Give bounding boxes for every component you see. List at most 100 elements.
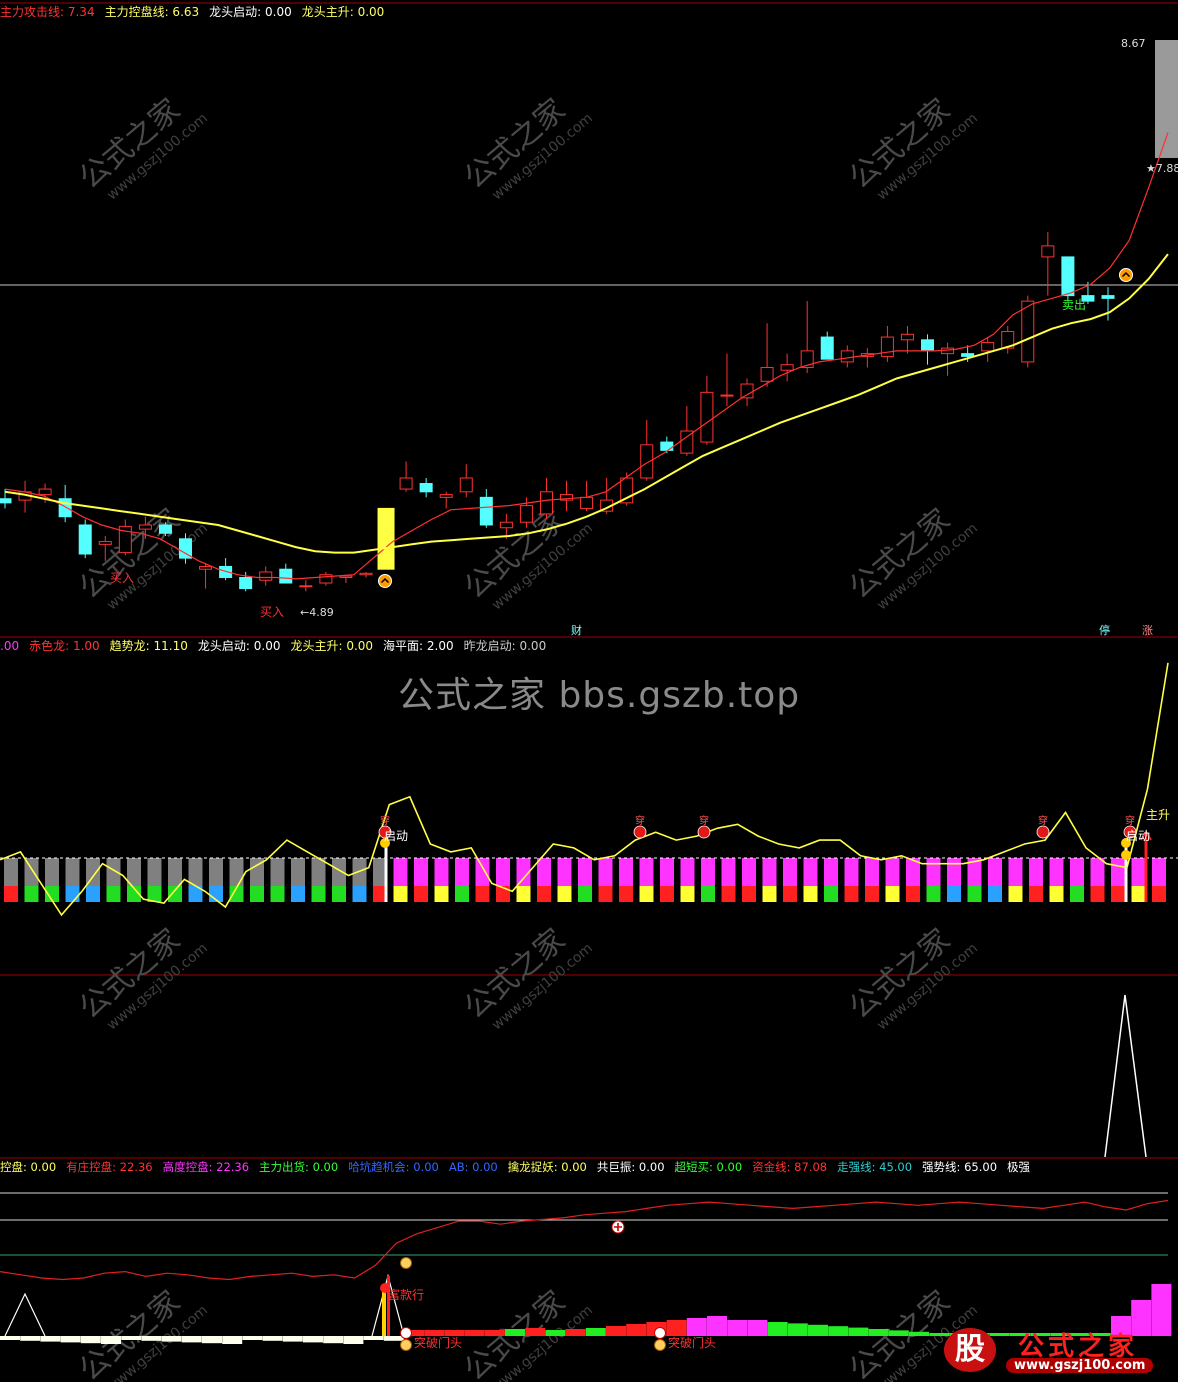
ma-short-line bbox=[4, 132, 1169, 580]
control-bar bbox=[20, 1336, 41, 1341]
candle-body bbox=[900, 333, 914, 341]
header-item: 资金线: 87.08 bbox=[752, 1160, 828, 1174]
signal-bar-top bbox=[947, 858, 961, 886]
bottom-tag: 停 bbox=[1099, 624, 1110, 637]
header-item: .00 bbox=[0, 639, 20, 653]
candle-body bbox=[38, 488, 52, 496]
candle-body bbox=[0, 498, 12, 504]
signal-bar-top bbox=[147, 858, 162, 886]
signal-bar-bottom bbox=[65, 886, 80, 902]
control-bar bbox=[282, 1336, 303, 1342]
signal-bar-bottom bbox=[537, 886, 551, 902]
candle-body bbox=[158, 524, 172, 534]
control-bar bbox=[303, 1336, 323, 1343]
control-bar bbox=[808, 1324, 828, 1336]
sell-signal-label: 卖出 bbox=[1062, 298, 1087, 312]
signal-bar-bottom bbox=[86, 886, 100, 902]
signal-bar-bottom bbox=[1111, 886, 1125, 902]
control-bar bbox=[141, 1336, 162, 1341]
watermark: 公式之家www.gszj100.com bbox=[73, 922, 211, 1033]
price-scale-bar bbox=[1155, 40, 1178, 158]
start-marker-icon bbox=[378, 574, 392, 588]
control-bar bbox=[101, 1336, 121, 1344]
chuan-text: 穿 bbox=[380, 814, 390, 827]
signal-bar-top bbox=[680, 858, 695, 886]
signal-bar-top bbox=[537, 858, 551, 886]
header-item: 龙头启动: 0.00 bbox=[197, 639, 281, 653]
signal-bar-bottom bbox=[844, 886, 859, 902]
panel1-header: 主力攻击线: 7.34 主力控盘线: 6.63 龙头启动: 0.00 龙头主升: 0.… bbox=[0, 4, 394, 20]
signal-bar-bottom bbox=[352, 886, 367, 902]
signal-bar-top bbox=[1111, 858, 1125, 886]
signal-bar-top bbox=[455, 858, 469, 886]
candle-body bbox=[359, 572, 373, 576]
candle-body bbox=[740, 383, 754, 399]
start-label-1: 启动 bbox=[384, 829, 409, 843]
candle-body bbox=[820, 336, 834, 360]
control-bar bbox=[222, 1336, 243, 1344]
candle-body bbox=[700, 391, 714, 443]
control-bar bbox=[242, 1336, 263, 1340]
control-bar bbox=[747, 1320, 768, 1336]
control-bar bbox=[60, 1336, 81, 1343]
signal-bar-top bbox=[209, 858, 223, 886]
header-item: 主力攻击线: 7.34 bbox=[0, 5, 95, 19]
watermark: 公式之家www.gszj100.com bbox=[458, 92, 596, 203]
signal-bar-bottom bbox=[680, 886, 695, 902]
signal-bar-top bbox=[742, 858, 756, 886]
signal-bar-top bbox=[1090, 858, 1105, 886]
header-item: 高度控盘: 22.36 bbox=[162, 1160, 250, 1174]
header-item: 哈坑趋机会: 0.00 bbox=[348, 1160, 439, 1174]
candle-body bbox=[98, 541, 112, 545]
signal-bar-bottom bbox=[824, 886, 838, 902]
signal-bar-top bbox=[701, 858, 715, 886]
header-item: 强势线: 65.00 bbox=[922, 1160, 998, 1174]
buy-signal-label-1: 买入 bbox=[110, 571, 135, 585]
money-bag-icon bbox=[400, 1257, 412, 1269]
header-item: 龙头主升: 0.00 bbox=[301, 5, 385, 19]
signal-bar-top bbox=[65, 858, 80, 886]
signal-bar-top bbox=[1131, 858, 1146, 886]
signal-bar-bottom bbox=[332, 886, 346, 902]
candle-body bbox=[78, 524, 92, 555]
signal-bar-top bbox=[270, 858, 285, 886]
header-item: 极强 bbox=[1007, 1160, 1031, 1174]
chuan-marker-icon bbox=[697, 825, 711, 839]
bank-label: 富款行 bbox=[388, 1288, 425, 1302]
candle-body bbox=[419, 483, 433, 493]
spike-line bbox=[1104, 994, 1147, 1158]
watermark: 公式之家www.gszj100.com bbox=[73, 1284, 211, 1382]
candle-body bbox=[299, 585, 313, 588]
header-item: 有庄控盘: 22.36 bbox=[66, 1160, 153, 1174]
signal-bar-bottom bbox=[865, 886, 879, 902]
candle-body bbox=[339, 575, 353, 578]
signal-bar-bottom bbox=[1070, 886, 1084, 902]
watermark: 公式之家www.gszj100.com bbox=[458, 1284, 596, 1382]
signal-bar-top bbox=[188, 858, 203, 886]
candle-body bbox=[1101, 295, 1115, 299]
signal-bar-top bbox=[475, 858, 490, 886]
signal-bar-bottom bbox=[270, 886, 285, 902]
price-high-label: 8.67 bbox=[1121, 37, 1146, 50]
signal-bar-bottom bbox=[4, 886, 18, 902]
signal-bar-bottom bbox=[742, 886, 756, 902]
control-bar bbox=[121, 1336, 142, 1340]
signal-bar-bottom bbox=[988, 886, 1002, 902]
chuan-text: 穿 bbox=[1038, 814, 1048, 827]
low-price-label: ←4.89 bbox=[300, 606, 334, 619]
signal-bar-bottom bbox=[434, 886, 449, 902]
breakout-label-2: 突破门头 bbox=[668, 1336, 717, 1350]
breakout-marker-icon bbox=[654, 1327, 666, 1339]
candle-body bbox=[780, 364, 794, 371]
signal-bar-top bbox=[434, 858, 449, 886]
watermark-layer: 公式之家www.gszj100.com 公式之家www.gszj100.com 公式… bbox=[73, 92, 981, 1382]
signal-bar-top bbox=[393, 858, 408, 886]
signal-bar-bottom bbox=[947, 886, 961, 902]
signal-bar-top bbox=[844, 858, 859, 886]
signal-bar-bottom bbox=[1131, 886, 1146, 902]
header-item: 赤色龙: 1.00 bbox=[29, 639, 100, 653]
site-logo: 股 公式之家 www.gszj100.com bbox=[940, 1322, 1176, 1378]
signal-bar-top bbox=[865, 858, 879, 886]
watermark: 公式之家www.gszj100.com bbox=[73, 92, 211, 203]
candle-body bbox=[199, 565, 213, 570]
